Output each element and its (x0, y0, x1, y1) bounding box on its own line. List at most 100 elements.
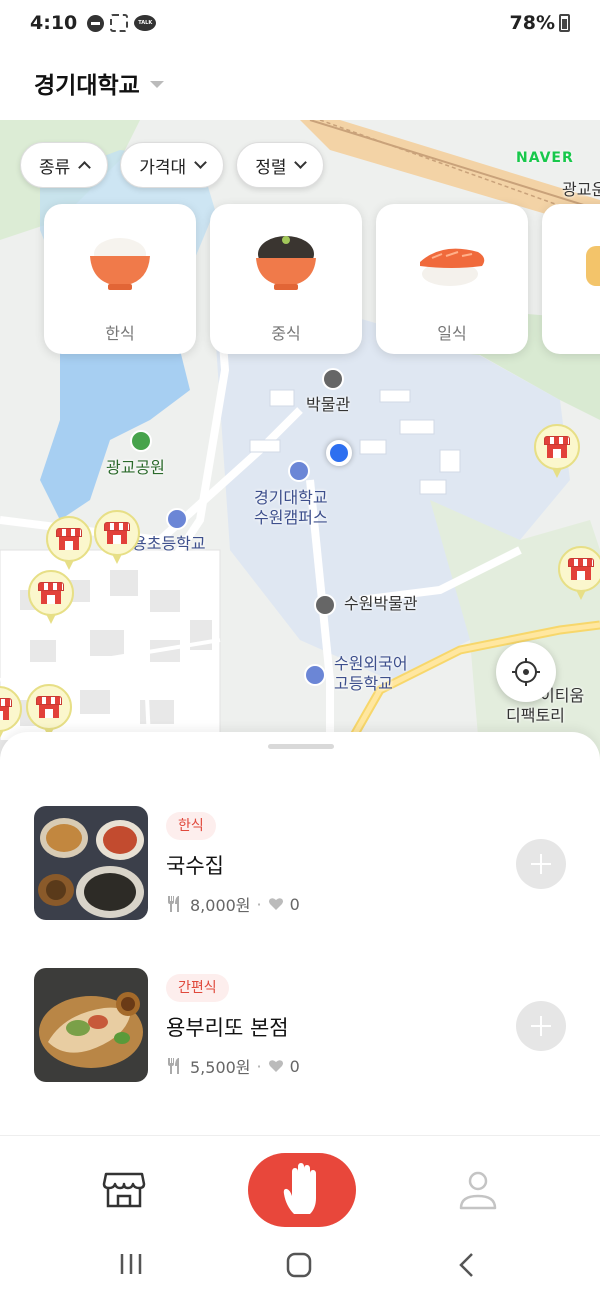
location-title: 경기대학교 (34, 73, 140, 99)
poi-foreign-school-line2: 고등학교 (334, 674, 393, 693)
restaurant-list-sheet[interactable]: 한식 국수집 8,000원 · 0 간편식 용부리또 본점 5,500원 · 0 (0, 732, 600, 1135)
restaurant-name: 국수집 (166, 854, 224, 878)
restaurant-category-tag: 한식 (166, 812, 216, 840)
nav-store-button[interactable] (102, 1170, 146, 1214)
store-icon (104, 522, 130, 544)
rice-bowl-icon (90, 238, 150, 290)
store-icon (56, 528, 82, 550)
category-chinese-label: 중식 (271, 324, 301, 343)
food-icon (586, 246, 600, 286)
separator-dot: · (256, 1056, 262, 1076)
current-location-button[interactable] (496, 642, 556, 702)
list-item[interactable]: 간편식 용부리또 본점 5,500원 · 0 (0, 968, 600, 1088)
restaurant-pin[interactable] (534, 424, 580, 482)
add-button[interactable] (516, 1001, 566, 1051)
naver-logo: NAVER (516, 150, 574, 166)
chevron-down-icon (294, 156, 308, 169)
store-icon (544, 436, 570, 458)
separator-dot: · (256, 894, 262, 914)
poi-factory-line2: 디팩토리 (506, 706, 565, 725)
category-korean[interactable]: 한식 (44, 204, 196, 354)
crosshair-icon (512, 658, 540, 686)
restaurant-price: 5,500원 (190, 1058, 251, 1077)
restaurant-thumbnail (34, 968, 148, 1082)
map-view[interactable]: 박물관 광교공원 경기대학교 수원캠퍼스 용초등학교 수원박물관 수원외국어 고… (0, 120, 600, 760)
system-navigation-bar (0, 1235, 600, 1300)
do-not-disturb-icon (87, 14, 105, 32)
location-selector[interactable]: 경기대학교 (0, 46, 600, 120)
restaurant-thumbnail (34, 806, 148, 920)
store-icon (0, 698, 12, 720)
status-time: 4:10 (30, 12, 78, 34)
screenshot-icon (110, 14, 129, 32)
store-icon (36, 696, 62, 718)
category-japanese[interactable]: 일식 (376, 204, 528, 354)
poi-school[interactable]: 용초등학교 (132, 534, 206, 554)
kakaotalk-icon: TALK (134, 15, 157, 31)
poi-campus[interactable]: 경기대학교 수원캠퍼스 (254, 488, 328, 528)
store-icon (568, 558, 594, 580)
sushi-icon (420, 248, 485, 286)
utensils-icon (168, 896, 179, 912)
restaurant-name: 용부리또 본점 (166, 1016, 289, 1040)
category-cards: 한식 중식 일식 (44, 204, 600, 354)
poi-foreign-school-line1: 수원외국어 (334, 654, 408, 673)
restaurant-pin[interactable] (94, 510, 140, 568)
category-korean-label: 한식 (105, 324, 135, 343)
university-marker-icon[interactable] (288, 460, 310, 482)
black-bean-noodles-icon (256, 236, 316, 290)
poi-campus-line2: 수원캠퍼스 (254, 508, 328, 527)
poi-suwon-museum[interactable]: 수원박물관 (344, 594, 418, 614)
restaurant-pin[interactable] (558, 546, 600, 604)
school-marker-icon[interactable] (166, 508, 188, 530)
add-button[interactable] (516, 839, 566, 889)
poi-museum[interactable]: 박물관 (306, 395, 350, 415)
poi-foreign-school[interactable]: 수원외국어 고등학교 (334, 654, 408, 694)
high-school-marker-icon[interactable] (304, 664, 326, 686)
poi-gwanggyo-edge[interactable]: 광교운 (562, 180, 600, 200)
chevron-up-icon (78, 161, 92, 174)
list-item[interactable]: 한식 국수집 8,000원 · 0 (0, 806, 600, 926)
bottom-navigation (0, 1135, 600, 1235)
restaurant-likes: 0 (289, 1056, 300, 1076)
filter-sort-label: 정렬 (255, 157, 287, 178)
utensils-icon (168, 1058, 179, 1074)
battery-icon (559, 14, 570, 32)
status-bar: 4:10 TALK 78% (0, 0, 600, 46)
back-icon[interactable] (456, 1251, 478, 1279)
category-japanese-label: 일식 (437, 324, 467, 343)
restaurant-pin[interactable] (28, 570, 74, 628)
nav-hand-button[interactable] (248, 1153, 356, 1227)
current-location-dot (326, 440, 352, 466)
nav-profile-button[interactable] (456, 1170, 500, 1216)
user-icon (459, 1171, 497, 1210)
poi-campus-line1: 경기대학교 (254, 488, 328, 507)
restaurant-meta: 5,500원 · 0 (166, 1054, 300, 1078)
category-next[interactable] (542, 204, 600, 354)
restaurant-price: 8,000원 (190, 896, 251, 915)
store-icon (38, 582, 64, 604)
filter-price-chip[interactable]: 가격대 (120, 142, 225, 188)
filter-type-label: 종류 (39, 157, 71, 178)
sheet-drag-handle[interactable] (268, 744, 334, 749)
heart-icon (268, 898, 283, 910)
museum-marker-icon[interactable] (322, 368, 344, 390)
filter-type-chip[interactable]: 종류 (20, 142, 109, 188)
poi-park[interactable]: 광교공원 (106, 458, 165, 478)
restaurant-likes: 0 (289, 894, 300, 914)
filter-chips: 종류 가격대 정렬 (20, 142, 336, 188)
plus-icon (531, 854, 551, 874)
filter-sort-chip[interactable]: 정렬 (236, 142, 325, 188)
restaurant-pin[interactable] (46, 516, 92, 574)
suwon-museum-marker-icon[interactable] (314, 594, 336, 616)
heart-icon (268, 1060, 283, 1072)
hand-icon (283, 1163, 316, 1214)
park-marker-icon[interactable] (130, 430, 152, 452)
battery-percent: 78% (509, 12, 555, 34)
chevron-down-icon (194, 156, 208, 169)
filter-price-label: 가격대 (139, 157, 187, 178)
store-icon (102, 1172, 146, 1208)
home-icon[interactable] (285, 1251, 313, 1279)
recent-apps-icon[interactable] (118, 1251, 144, 1277)
category-chinese[interactable]: 중식 (210, 204, 362, 354)
